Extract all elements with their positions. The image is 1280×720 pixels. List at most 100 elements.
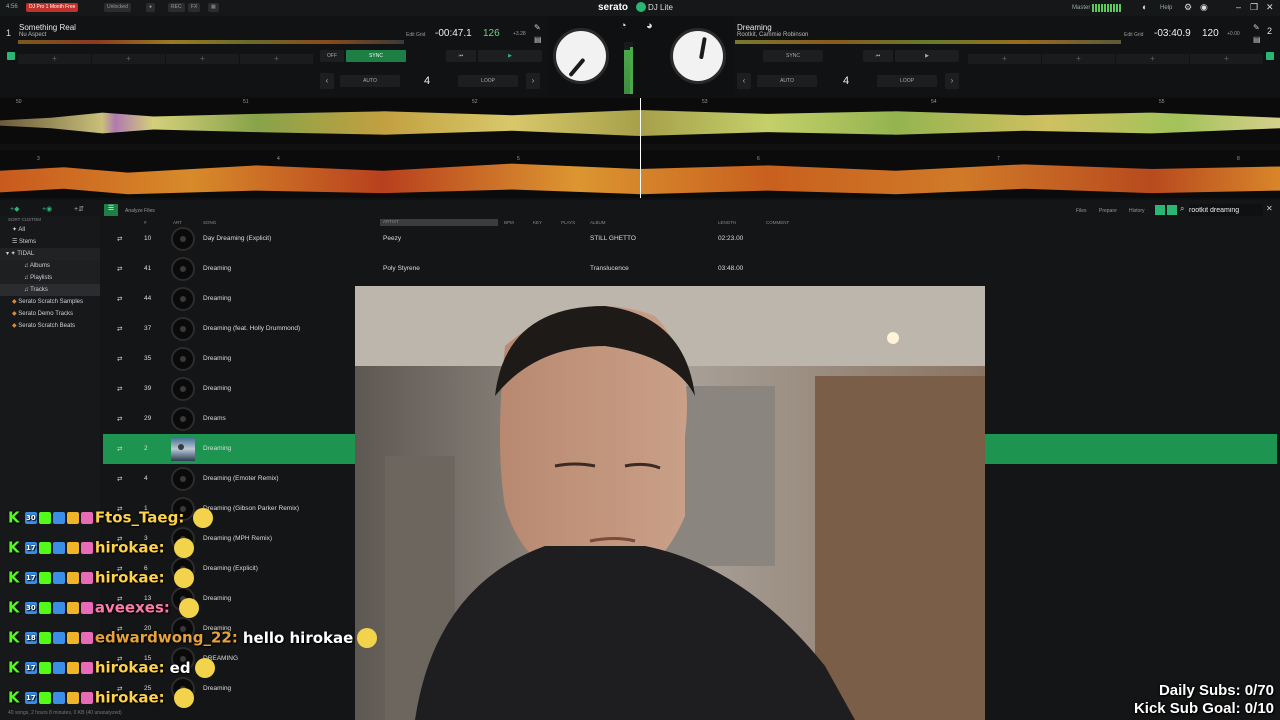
edit-grid-button[interactable]: Edit Grid: [1124, 32, 1143, 38]
chat-username[interactable]: hirokae:: [95, 569, 165, 587]
analyze-files-button[interactable]: Analyze Files: [125, 208, 155, 214]
sidebar-item-demo-tracks[interactable]: ◆ Serato Demo Tracks: [0, 308, 100, 320]
grid-icon[interactable]: ▦: [208, 3, 219, 12]
clear-search-icon[interactable]: ✕: [1266, 204, 1273, 213]
table-row[interactable]: ⇄ 41 Dreaming Poly Styrene Translucence 03:48…: [103, 254, 1277, 284]
cue-slot-1[interactable]: +: [968, 54, 1041, 64]
sidebar-item-scratch-beats[interactable]: ◆ Serato Scratch Beats: [0, 320, 100, 332]
chat-username[interactable]: hirokae:: [95, 689, 165, 707]
search-input[interactable]: [1189, 204, 1263, 216]
chat-text: ed: [169, 658, 191, 677]
track-number: 4: [144, 475, 148, 482]
chat-username[interactable]: Ftos_Taeg:: [95, 509, 184, 527]
sidebar-item-stems[interactable]: ☰ Stems: [0, 236, 100, 248]
loop-prev-icon[interactable]: ‹: [737, 73, 751, 89]
all-filter-icon[interactable]: [1167, 205, 1177, 215]
sidebar-item-albums[interactable]: ♫ Albums: [0, 260, 100, 272]
chat-username[interactable]: hirokae:: [95, 659, 165, 677]
promo-button[interactable]: DJ Pro 1 Month Free: [26, 3, 79, 12]
cue-slot-4[interactable]: +: [1190, 54, 1263, 64]
chat-badge-icon: [52, 692, 65, 704]
auto-loop-button[interactable]: AUTO: [757, 75, 817, 87]
sidebar-item-playlists[interactable]: ♫ Playlists: [0, 272, 100, 284]
gear-icon[interactable]: ⚙: [1184, 2, 1192, 13]
sidebar-item-label: Serato Demo Tracks: [18, 311, 73, 317]
prepare-tab[interactable]: Prepare: [1099, 208, 1117, 214]
record-icon[interactable]: ●: [146, 3, 156, 12]
add-crate-icon[interactable]: +◆: [10, 205, 19, 213]
cue-button[interactable]: ⏮: [446, 50, 476, 62]
track-album: Translucence: [590, 265, 629, 272]
sync-button[interactable]: SYNC: [346, 50, 406, 62]
sidebar-item-all[interactable]: ✦ All: [0, 224, 100, 236]
kick-logo-icon: K: [8, 538, 25, 557]
sub-badge: 30: [24, 602, 37, 614]
deck-number: 1: [6, 28, 12, 38]
track-number: 29: [144, 415, 152, 422]
cue-slot-2[interactable]: +: [1042, 54, 1115, 64]
pencil-icon[interactable]: ✎: [1253, 23, 1260, 32]
chat-badge-icon: [52, 572, 65, 584]
help-menu[interactable]: Help: [1160, 5, 1172, 11]
chat-badge-icon: [80, 692, 93, 704]
sidebar-item-tracks[interactable]: ♫ Tracks: [0, 284, 100, 296]
chat-badge-icon: [80, 662, 93, 674]
play-button[interactable]: ▶: [895, 50, 959, 62]
track-number: 41: [144, 265, 152, 272]
edit-grid-button[interactable]: Edit Grid: [406, 32, 425, 38]
files-tab[interactable]: Files: [1076, 208, 1087, 214]
tracklist-icon[interactable]: ▤: [1253, 35, 1261, 44]
sidebar-item-tidal[interactable]: ▾ ✦ TIDAL: [0, 248, 100, 260]
deck-left-platter[interactable]: [553, 28, 609, 84]
sub-badge: 18: [24, 632, 37, 644]
user-icon[interactable]: ◉: [1200, 2, 1208, 13]
unlocked-button[interactable]: Unlocked: [104, 3, 131, 12]
play-button[interactable]: ▶: [478, 50, 542, 62]
loop-button[interactable]: LOOP: [458, 75, 518, 87]
cue-button[interactable]: ⏮: [863, 50, 893, 62]
serato-logo-icon: [636, 2, 646, 12]
tracklist-icon[interactable]: ▤: [534, 35, 542, 44]
add-smart-crate-icon[interactable]: +◉: [42, 205, 52, 213]
track-overview[interactable]: [18, 40, 404, 44]
drag-handle-icon: ⇄: [117, 356, 123, 363]
loop-button[interactable]: LOOP: [877, 75, 937, 87]
close-icon[interactable]: ✕: [1266, 2, 1274, 13]
loop-next-icon[interactable]: ›: [526, 73, 540, 89]
history-tab[interactable]: History: [1129, 208, 1145, 214]
chat-overlay: K 30 Ftos_Taeg: K 17 hirokae: K 17 hirokae: K …: [4, 488, 378, 720]
cue-slot-3[interactable]: +: [166, 54, 239, 64]
auto-loop-button[interactable]: AUTO: [340, 75, 400, 87]
deck-right-platter[interactable]: [670, 28, 726, 84]
gain-left-icon[interactable]: ◔: [620, 20, 627, 32]
headphone-icon[interactable]: ◐: [1142, 2, 1147, 12]
chat-username[interactable]: aveexes:: [95, 599, 170, 617]
minimize-icon[interactable]: –: [1236, 2, 1241, 12]
serato-stream-screen: 4:56 DJ Pro 1 Month Free Unlocked ● REC …: [0, 0, 1280, 720]
track-overview[interactable]: [735, 40, 1121, 44]
table-row[interactable]: ⇄ 10 Day Dreaming (Explicit) Peezy STILL GHE…: [103, 224, 1277, 254]
sync-button[interactable]: SYNC: [763, 50, 823, 62]
cue-slot-3[interactable]: +: [1116, 54, 1189, 64]
loop-prev-icon[interactable]: ‹: [320, 73, 334, 89]
pencil-icon[interactable]: ✎: [534, 23, 541, 32]
maximize-icon[interactable]: ❐: [1250, 2, 1258, 13]
album-art: [171, 227, 195, 251]
list-view-icon[interactable]: ☰: [104, 204, 118, 216]
rec-button[interactable]: REC: [168, 3, 185, 12]
cue-slot-2[interactable]: +: [92, 54, 165, 64]
sidebar-item-scratch-samples[interactable]: ◆ Serato Scratch Samples: [0, 296, 100, 308]
cue-slot-1[interactable]: +: [18, 54, 91, 64]
drag-handle-icon: ⇄: [117, 236, 123, 243]
add-subcrate-icon[interactable]: +⇵: [74, 205, 84, 213]
cue-slot-4[interactable]: +: [240, 54, 313, 64]
chat-username[interactable]: hirokae:: [95, 539, 165, 557]
online-filter-icon[interactable]: [1155, 205, 1165, 215]
chat-badge-icon: [80, 632, 93, 644]
keylock-off-button[interactable]: OFF: [320, 50, 344, 62]
chat-username[interactable]: edwardwong_22:: [95, 629, 238, 647]
loop-next-icon[interactable]: ›: [945, 73, 959, 89]
gain-right-icon[interactable]: ◕: [646, 20, 653, 32]
fx-button[interactable]: FX: [188, 3, 201, 12]
chat-text: hello hirokae: [242, 628, 354, 647]
